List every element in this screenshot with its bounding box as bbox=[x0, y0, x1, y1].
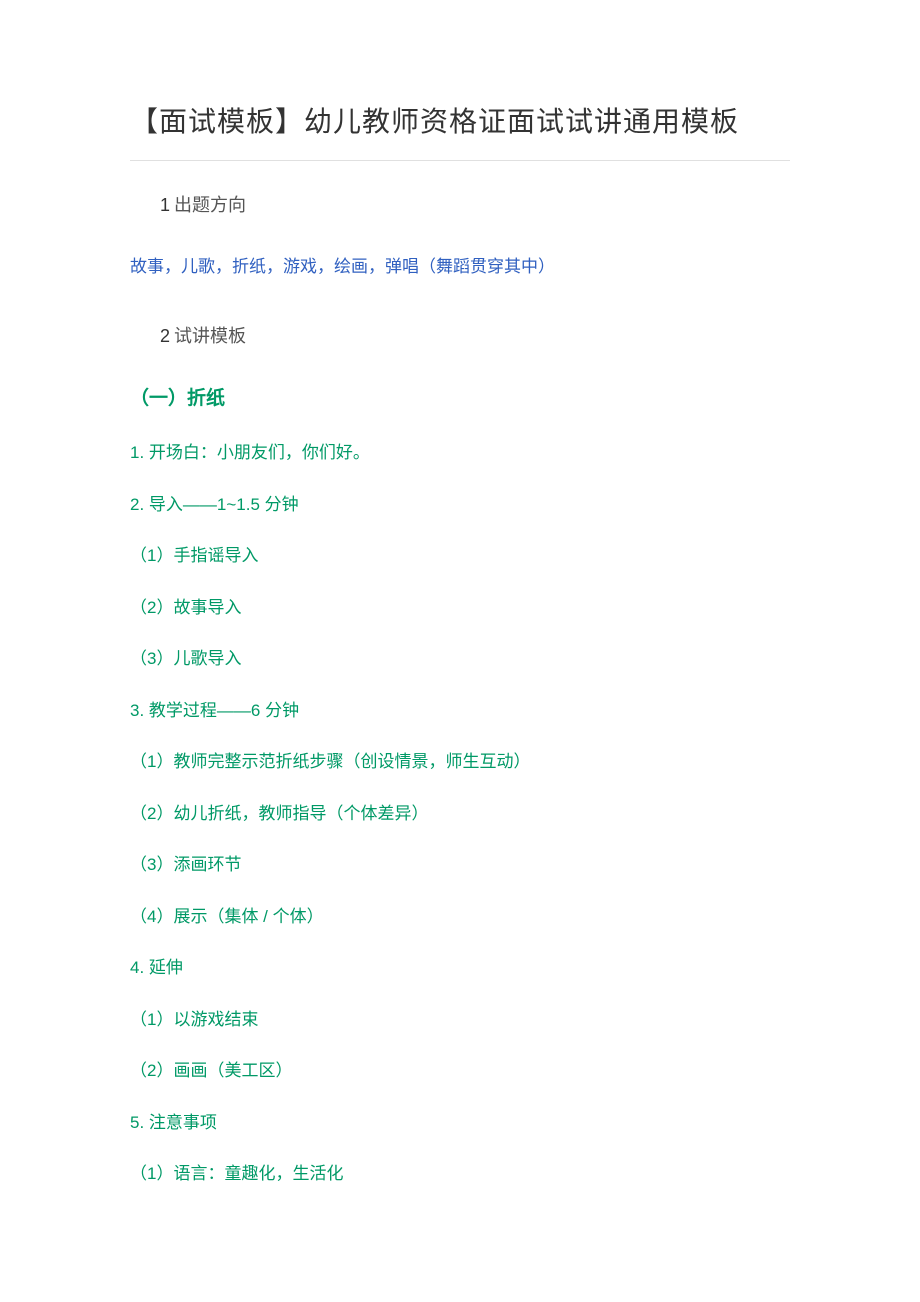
content-line: （3）添画环节 bbox=[130, 852, 790, 878]
section-2-heading: 2试讲模板 bbox=[130, 322, 790, 348]
section-1-heading: 1出题方向 bbox=[130, 191, 790, 217]
content-line: （2）幼儿折纸，教师指导（个体差异） bbox=[130, 801, 790, 827]
content-line: （1）教师完整示范折纸步骤（创设情景，师生互动） bbox=[130, 749, 790, 775]
content-line: （4）展示（集体 / 个体） bbox=[130, 904, 790, 930]
section-1-number: 1 bbox=[160, 195, 170, 215]
content-line: 1. 开场白：小朋友们，你们好。 bbox=[130, 440, 790, 466]
document-title: 【面试模板】幼儿教师资格证面试试讲通用模板 bbox=[130, 100, 790, 140]
section-2-number: 2 bbox=[160, 326, 170, 346]
content-line: （1）以游戏结束 bbox=[130, 1007, 790, 1033]
document-page: 【面试模板】幼儿教师资格证面试试讲通用模板 1出题方向 故事，儿歌，折纸，游戏，… bbox=[0, 0, 920, 1273]
content-line: 5. 注意事项 bbox=[130, 1110, 790, 1136]
subsection-title: （一）折纸 bbox=[130, 383, 790, 410]
content-line: （1）语言：童趣化，生活化 bbox=[130, 1161, 790, 1187]
content-line: （2）画画（美工区） bbox=[130, 1058, 790, 1084]
content-line: 4. 延伸 bbox=[130, 955, 790, 981]
title-divider bbox=[130, 160, 790, 161]
categories-text: 故事，儿歌，折纸，游戏，绘画，弹唱（舞蹈贯穿其中） bbox=[130, 252, 790, 277]
content-line: 2. 导入——1~1.5 分钟 bbox=[130, 492, 790, 518]
content-line: （1）手指谣导入 bbox=[130, 543, 790, 569]
section-1-label: 出题方向 bbox=[174, 195, 246, 215]
section-2-label: 试讲模板 bbox=[174, 326, 246, 346]
content-line: （3）儿歌导入 bbox=[130, 646, 790, 672]
content-line: 3. 教学过程——6 分钟 bbox=[130, 698, 790, 724]
content-line: （2）故事导入 bbox=[130, 595, 790, 621]
